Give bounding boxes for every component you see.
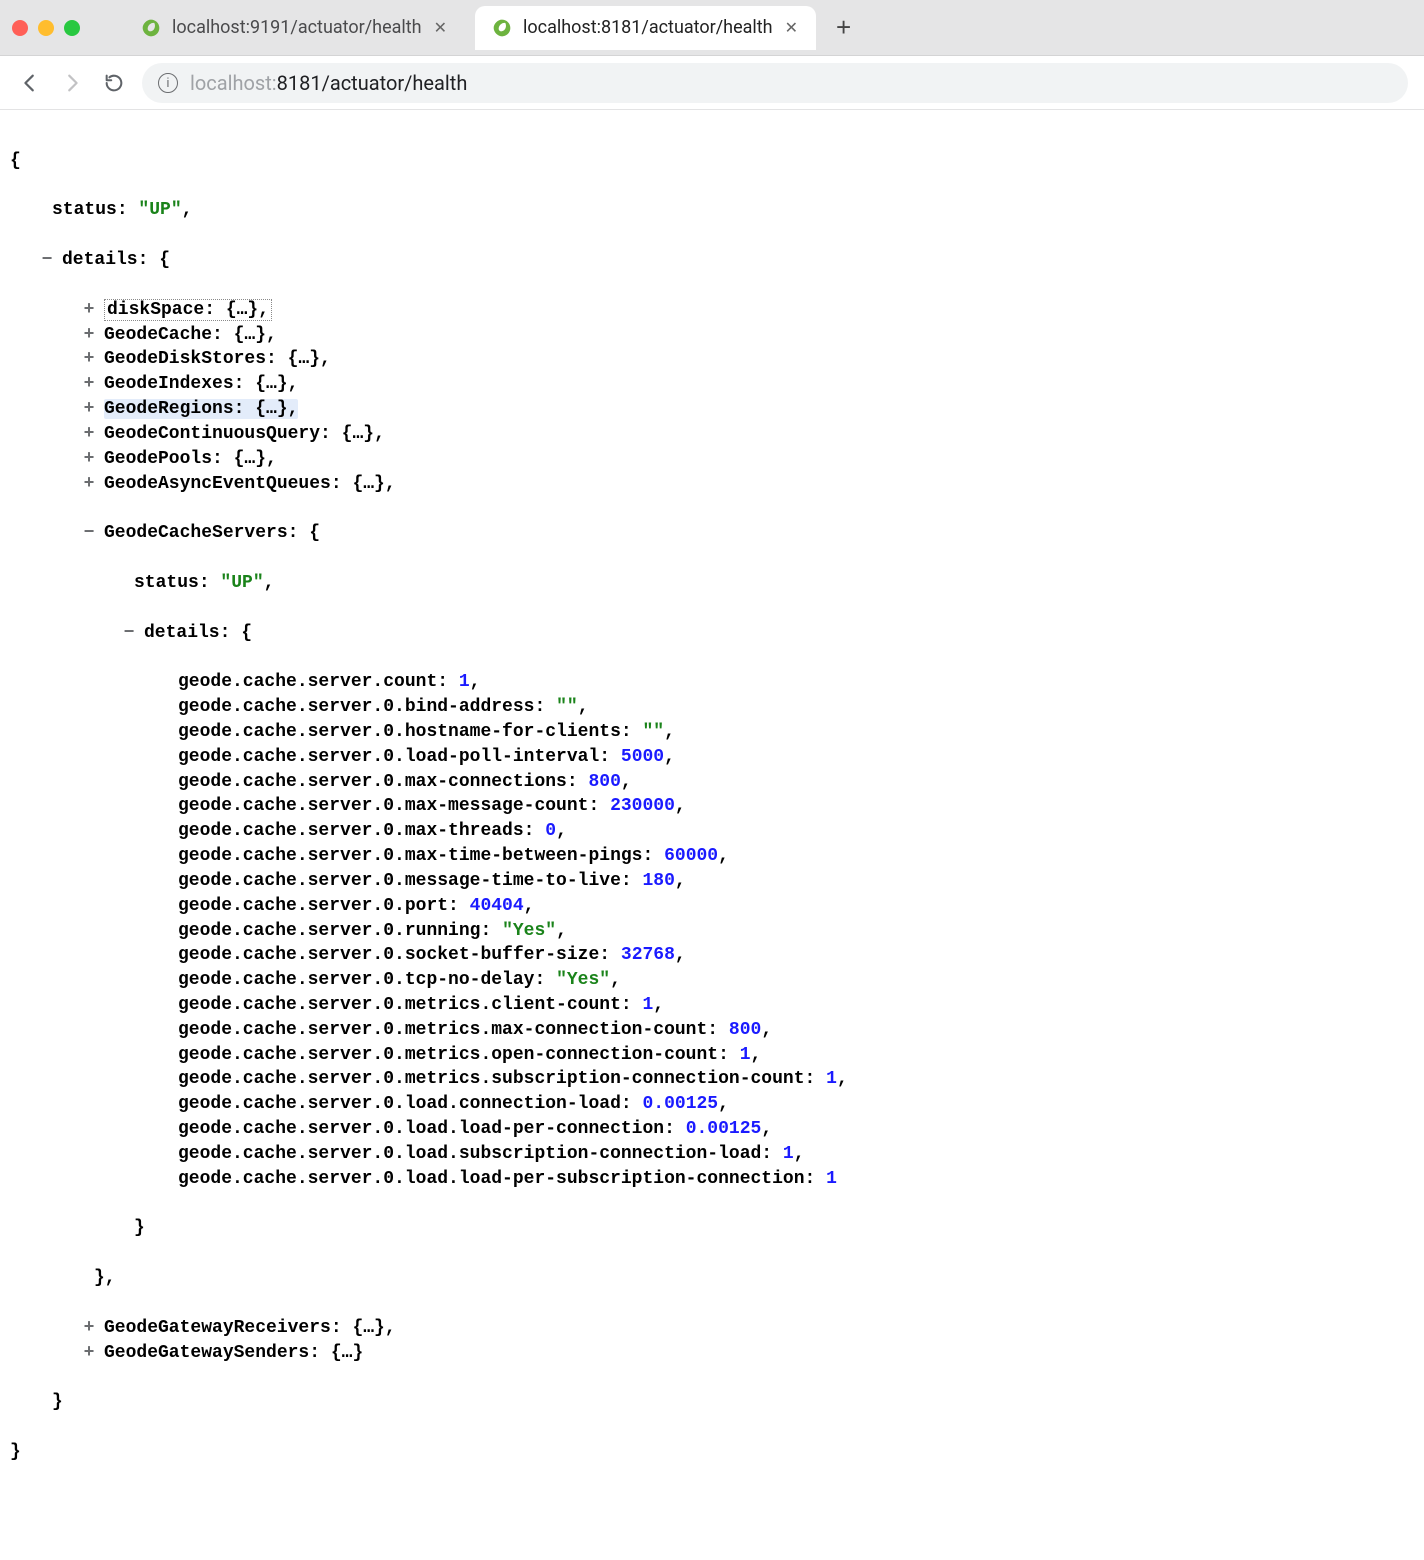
expand-icon[interactable]: + [80, 1316, 98, 1341]
json-kv-row: geode.cache.server.0.max-message-count: … [10, 794, 1414, 819]
new-tab-button[interactable]: + [826, 12, 861, 43]
expand-icon[interactable]: + [80, 347, 98, 372]
json-collapsed-entry: +GeodeDiskStores: {…}, [10, 347, 1414, 372]
browser-toolbar: i localhost:8181/actuator/health [0, 56, 1424, 110]
json-kv-row: geode.cache.server.0.load.load-per-conne… [10, 1117, 1414, 1142]
json-kv-row: geode.cache.server.count: 1, [10, 670, 1414, 695]
json-kv-row: geode.cache.server.0.tcp-no-delay: "Yes"… [10, 968, 1414, 993]
browser-titlebar: localhost:9191/actuator/health ✕ localho… [0, 0, 1424, 56]
json-kv-row: geode.cache.server.0.port: 40404, [10, 894, 1414, 919]
json-kv-row: geode.cache.server.0.socket-buffer-size:… [10, 943, 1414, 968]
site-info-icon[interactable]: i [158, 73, 178, 93]
json-viewer: { status: "UP", −details: { +diskSpace: … [0, 110, 1424, 1530]
spring-favicon-icon [491, 17, 513, 39]
json-collapsed-entry: +GeodeRegions: {…}, [10, 397, 1414, 422]
spring-favicon-icon [140, 17, 162, 39]
tab-inactive[interactable]: localhost:9191/actuator/health ✕ [124, 6, 465, 50]
expand-icon[interactable]: + [80, 323, 98, 348]
json-collapsed-entry: +GeodeIndexes: {…}, [10, 372, 1414, 397]
collapse-icon[interactable]: − [80, 521, 98, 546]
close-tab-icon[interactable]: ✕ [783, 18, 800, 37]
json-collapsed-entry: +GeodeGatewaySenders: {…} [10, 1341, 1414, 1366]
json-kv-row: geode.cache.server.0.metrics.max-connect… [10, 1018, 1414, 1043]
json-kv-row: geode.cache.server.0.max-connections: 80… [10, 770, 1414, 795]
tab-active[interactable]: localhost:8181/actuator/health ✕ [475, 6, 816, 50]
json-kv-row: geode.cache.server.0.load.load-per-subsc… [10, 1167, 1414, 1192]
json-kv-row: geode.cache.server.0.load.connection-loa… [10, 1092, 1414, 1117]
expand-icon[interactable]: + [80, 397, 98, 422]
json-collapsed-entry: +GeodeGatewayReceivers: {…}, [10, 1316, 1414, 1341]
collapse-icon[interactable]: − [38, 248, 56, 273]
json-collapsed-entry: +GeodeCache: {…}, [10, 323, 1414, 348]
json-kv-row: geode.cache.server.0.running: "Yes", [10, 919, 1414, 944]
expand-icon[interactable]: + [80, 372, 98, 397]
expand-icon[interactable]: + [80, 472, 98, 497]
expand-icon[interactable]: + [80, 447, 98, 472]
tab-title: localhost:8181/actuator/health [523, 17, 773, 38]
reload-button[interactable] [100, 69, 128, 97]
json-kv-row: geode.cache.server.0.message-time-to-liv… [10, 869, 1414, 894]
json-kv-row: geode.cache.server.0.load-poll-interval:… [10, 745, 1414, 770]
close-tab-icon[interactable]: ✕ [432, 18, 449, 37]
minimize-window-icon[interactable] [38, 20, 54, 36]
window-controls [12, 20, 80, 36]
fullscreen-window-icon[interactable] [64, 20, 80, 36]
json-kv-row: geode.cache.server.0.bind-address: "", [10, 695, 1414, 720]
forward-button[interactable] [58, 69, 86, 97]
expand-icon[interactable]: + [80, 298, 98, 323]
expand-icon[interactable]: + [80, 1341, 98, 1366]
json-kv-row: geode.cache.server.0.metrics.subscriptio… [10, 1067, 1414, 1092]
json-collapsed-entry: +GeodeContinuousQuery: {…}, [10, 422, 1414, 447]
json-kv-row: geode.cache.server.0.load.subscription-c… [10, 1142, 1414, 1167]
back-button[interactable] [16, 69, 44, 97]
url-text: localhost:8181/actuator/health [190, 71, 467, 95]
json-collapsed-entry: +GeodeAsyncEventQueues: {…}, [10, 472, 1414, 497]
json-collapsed-entry: +GeodePools: {…}, [10, 447, 1414, 472]
json-kv-row: geode.cache.server.0.max-threads: 0, [10, 819, 1414, 844]
json-kv-row: geode.cache.server.0.max-time-between-pi… [10, 844, 1414, 869]
close-window-icon[interactable] [12, 20, 28, 36]
json-kv-row: geode.cache.server.0.hostname-for-client… [10, 720, 1414, 745]
address-bar[interactable]: i localhost:8181/actuator/health [142, 63, 1408, 103]
json-kv-row: geode.cache.server.0.metrics.open-connec… [10, 1043, 1414, 1068]
tab-title: localhost:9191/actuator/health [172, 17, 422, 38]
expand-icon[interactable]: + [80, 422, 98, 447]
json-kv-row: geode.cache.server.0.metrics.client-coun… [10, 993, 1414, 1018]
json-collapsed-entry: +diskSpace: {…}, [10, 298, 1414, 323]
collapse-icon[interactable]: − [120, 621, 138, 646]
